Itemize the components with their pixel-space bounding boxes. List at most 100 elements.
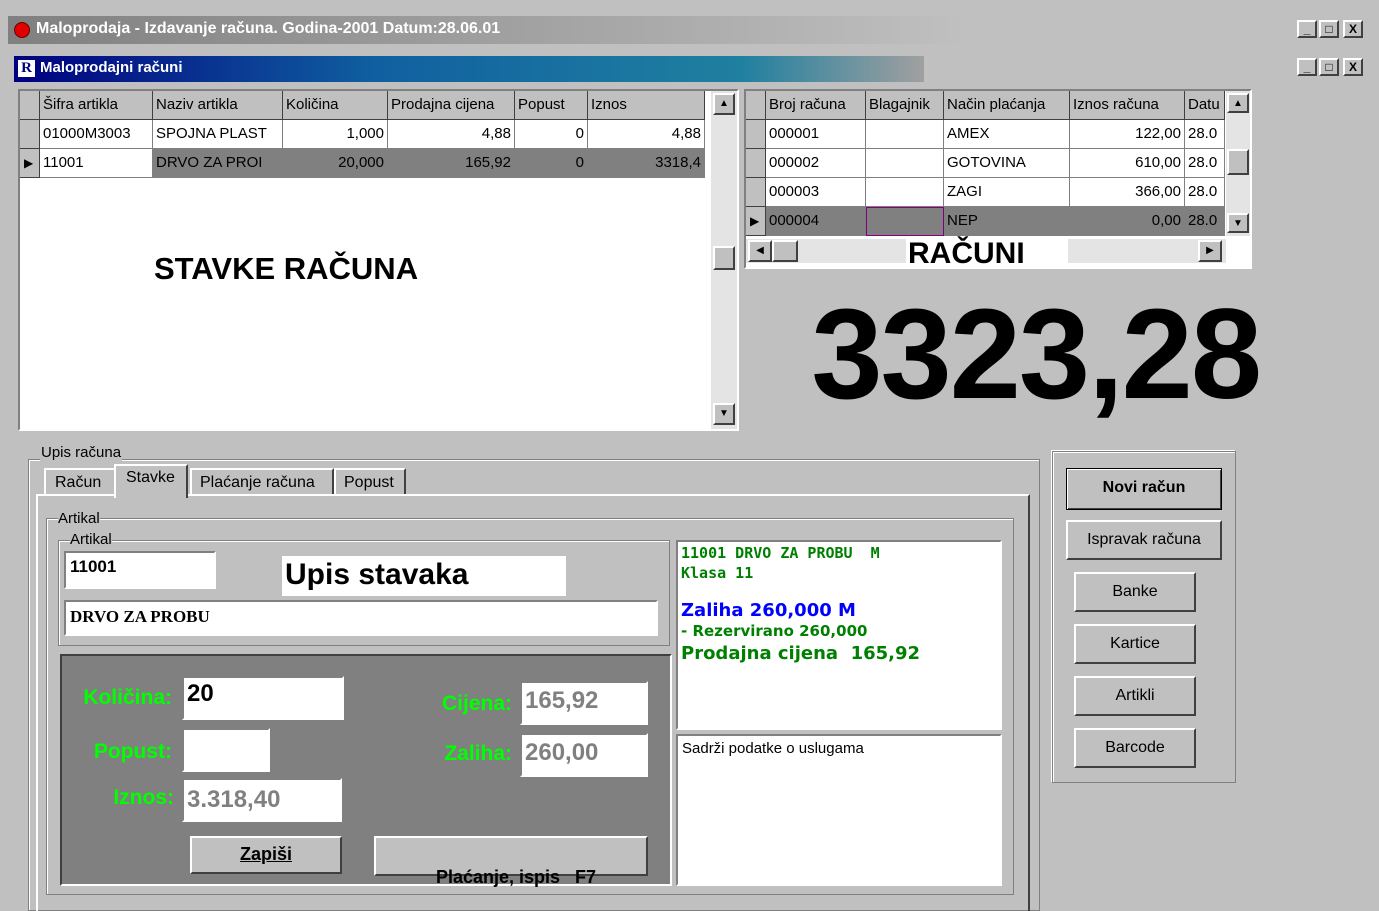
col-nacin[interactable]: Način plaćanja xyxy=(944,91,1070,120)
scroll-right-icon[interactable]: ▶ xyxy=(1198,240,1222,262)
receipts-overlay-label: RAČUNI xyxy=(906,236,1068,267)
tab-popust[interactable]: Popust xyxy=(334,468,406,496)
novi-racun-button[interactable]: Novi račun xyxy=(1066,468,1222,510)
receipts-grid[interactable]: Broj računa Blagajnik Način plaćanja Izn… xyxy=(744,89,1252,269)
tab-racun[interactable]: Račun xyxy=(44,468,116,496)
col-iznos-racuna[interactable]: Iznos računa xyxy=(1070,91,1185,120)
cijena-label: Cijena: xyxy=(441,692,512,715)
info-line-1: 11001 DRVO ZA PROBU M xyxy=(681,544,880,562)
upis-stavaka-label: Upis stavaka xyxy=(282,556,566,596)
cell-cijena[interactable]: 165,92 xyxy=(388,149,515,178)
zapisi-button[interactable]: Zapiši xyxy=(190,836,342,874)
cell-datum[interactable]: 28.0 xyxy=(1185,120,1225,149)
kartice-button[interactable]: Kartice xyxy=(1074,624,1196,664)
scroll-up-icon[interactable]: ▲ xyxy=(713,93,735,115)
banke-button[interactable]: Banke xyxy=(1074,572,1196,612)
cell-cijena[interactable]: 4,88 xyxy=(388,120,515,149)
scroll-thumb[interactable] xyxy=(1227,149,1249,175)
artikal-name-input[interactable]: DRVO ZA PROBU xyxy=(64,600,658,636)
cell-nacin[interactable]: AMEX xyxy=(944,120,1070,149)
col-iznos[interactable]: Iznos xyxy=(588,91,705,120)
col-blagajnik[interactable]: Blagajnik xyxy=(866,91,944,120)
col-popust[interactable]: Popust xyxy=(515,91,588,120)
cell-popust[interactable]: 0 xyxy=(515,120,588,149)
cell-naziv[interactable]: DRVO ZA PROI xyxy=(153,149,283,178)
cell-datum[interactable]: 28.0 xyxy=(1185,178,1225,207)
iznos-field: 3.318,40 xyxy=(182,778,342,822)
cell-naziv[interactable]: SPOJNA PLAST xyxy=(153,120,283,149)
child-window-controls: _ □ X xyxy=(1297,58,1377,78)
placanje-ispis-label: Plaćanje, ispis F7 xyxy=(435,867,597,887)
cell-nacin[interactable]: NEP xyxy=(944,207,1070,236)
placanje-ispis-button[interactable]: Plaćanje, ispis F7 xyxy=(374,836,648,887)
kolicina-input[interactable]: 20 xyxy=(182,676,344,720)
artikli-button[interactable]: Artikli xyxy=(1074,676,1196,716)
apple-icon xyxy=(14,22,30,38)
cell-iznos[interactable]: 4,88 xyxy=(588,120,705,149)
banke-label: Banke xyxy=(1112,583,1158,600)
minimize-button[interactable]: _ xyxy=(1297,20,1317,38)
cell-broj[interactable]: 000002 xyxy=(766,149,866,178)
child-title: Maloprodajni računi xyxy=(40,59,183,76)
cell-broj[interactable]: 000004 xyxy=(766,207,866,236)
cell-iznos-racuna[interactable]: 610,00 xyxy=(1070,149,1185,178)
scroll-thumb[interactable] xyxy=(772,240,798,262)
popust-input[interactable] xyxy=(182,728,270,772)
info-line-4: - Rezervirano 260,000 xyxy=(681,622,868,641)
cell-broj[interactable]: 000003 xyxy=(766,178,866,207)
tab-placanje[interactable]: Plaćanje računa xyxy=(190,468,334,496)
close-button[interactable]: X xyxy=(1343,20,1363,38)
child-minimize-button[interactable]: _ xyxy=(1297,58,1317,76)
scroll-up-icon[interactable]: ▲ xyxy=(1227,93,1249,113)
app-title-bar: Maloprodaja - Izdavanje računa. Godina-2… xyxy=(8,16,1379,44)
row-pointer-icon: ▶ xyxy=(746,207,766,236)
barcode-button[interactable]: Barcode xyxy=(1074,728,1196,768)
row-indicator xyxy=(746,120,766,149)
col-naziv[interactable]: Naziv artikla xyxy=(153,91,283,120)
tab-stavke[interactable]: Stavke xyxy=(114,464,188,498)
col-kolicina[interactable]: Količina xyxy=(283,91,388,120)
app-title: Maloprodaja - Izdavanje računa. Godina-2… xyxy=(36,20,501,37)
receipts-vscrollbar[interactable]: ▲ ▼ xyxy=(1226,91,1250,236)
items-overlay-label: STAVKE RAČUNA xyxy=(154,251,419,286)
maximize-button[interactable]: □ xyxy=(1319,20,1339,38)
child-maximize-button[interactable]: □ xyxy=(1319,58,1339,76)
cell-iznos-racuna[interactable]: 0,00 xyxy=(1070,207,1185,236)
cell-blagajnik[interactable] xyxy=(866,207,944,236)
usluge-note-box[interactable]: Sadrži podatke o uslugama xyxy=(676,734,1002,886)
cell-sifra[interactable]: 11001 xyxy=(40,149,153,178)
col-broj[interactable]: Broj računa xyxy=(766,91,866,120)
scroll-thumb[interactable] xyxy=(713,246,735,270)
info-line-5: Prodajna cijena 165,92 xyxy=(681,642,921,664)
child-close-button[interactable]: X xyxy=(1343,58,1363,76)
cell-iznos-racuna[interactable]: 366,00 xyxy=(1070,178,1185,207)
cell-iznos-racuna[interactable]: 122,00 xyxy=(1070,120,1185,149)
cell-kolicina[interactable]: 20,000 xyxy=(283,149,388,178)
ispravak-racuna-button[interactable]: Ispravak računa xyxy=(1066,520,1222,560)
scroll-left-icon[interactable]: ◀ xyxy=(748,240,772,262)
col-cijena[interactable]: Prodajna cijena xyxy=(388,91,515,120)
cell-popust[interactable]: 0 xyxy=(515,149,588,178)
cell-sifra[interactable]: 01000M3003 xyxy=(40,120,153,149)
cell-iznos[interactable]: 3318,4 xyxy=(588,149,705,178)
row-indicator xyxy=(746,178,766,207)
scroll-down-icon[interactable]: ▼ xyxy=(1227,213,1249,233)
col-datum[interactable]: Datu xyxy=(1185,91,1225,120)
cell-nacin[interactable]: GOTOVINA xyxy=(944,149,1070,178)
cell-kolicina[interactable]: 1,000 xyxy=(283,120,388,149)
cell-nacin[interactable]: ZAGI xyxy=(944,178,1070,207)
items-scrollbar[interactable]: ▲ ▼ xyxy=(711,91,737,429)
cell-blagajnik[interactable] xyxy=(866,178,944,207)
scroll-down-icon[interactable]: ▼ xyxy=(713,403,735,425)
cell-datum[interactable]: 28.0 xyxy=(1185,149,1225,178)
zaliha-field: 260,00 xyxy=(520,733,648,777)
items-header-indicator xyxy=(20,91,40,120)
cell-blagajnik[interactable] xyxy=(866,149,944,178)
items-grid[interactable]: Šifra artikla Naziv artikla Količina Pro… xyxy=(18,89,739,431)
cell-datum[interactable]: 28.0 xyxy=(1185,207,1225,236)
col-sifra[interactable]: Šifra artikla xyxy=(40,91,153,120)
cell-broj[interactable]: 000001 xyxy=(766,120,866,149)
artikal-code-input[interactable]: 11001 xyxy=(64,551,216,589)
row-pointer-icon: ▶ xyxy=(20,149,40,178)
cell-blagajnik[interactable] xyxy=(866,120,944,149)
